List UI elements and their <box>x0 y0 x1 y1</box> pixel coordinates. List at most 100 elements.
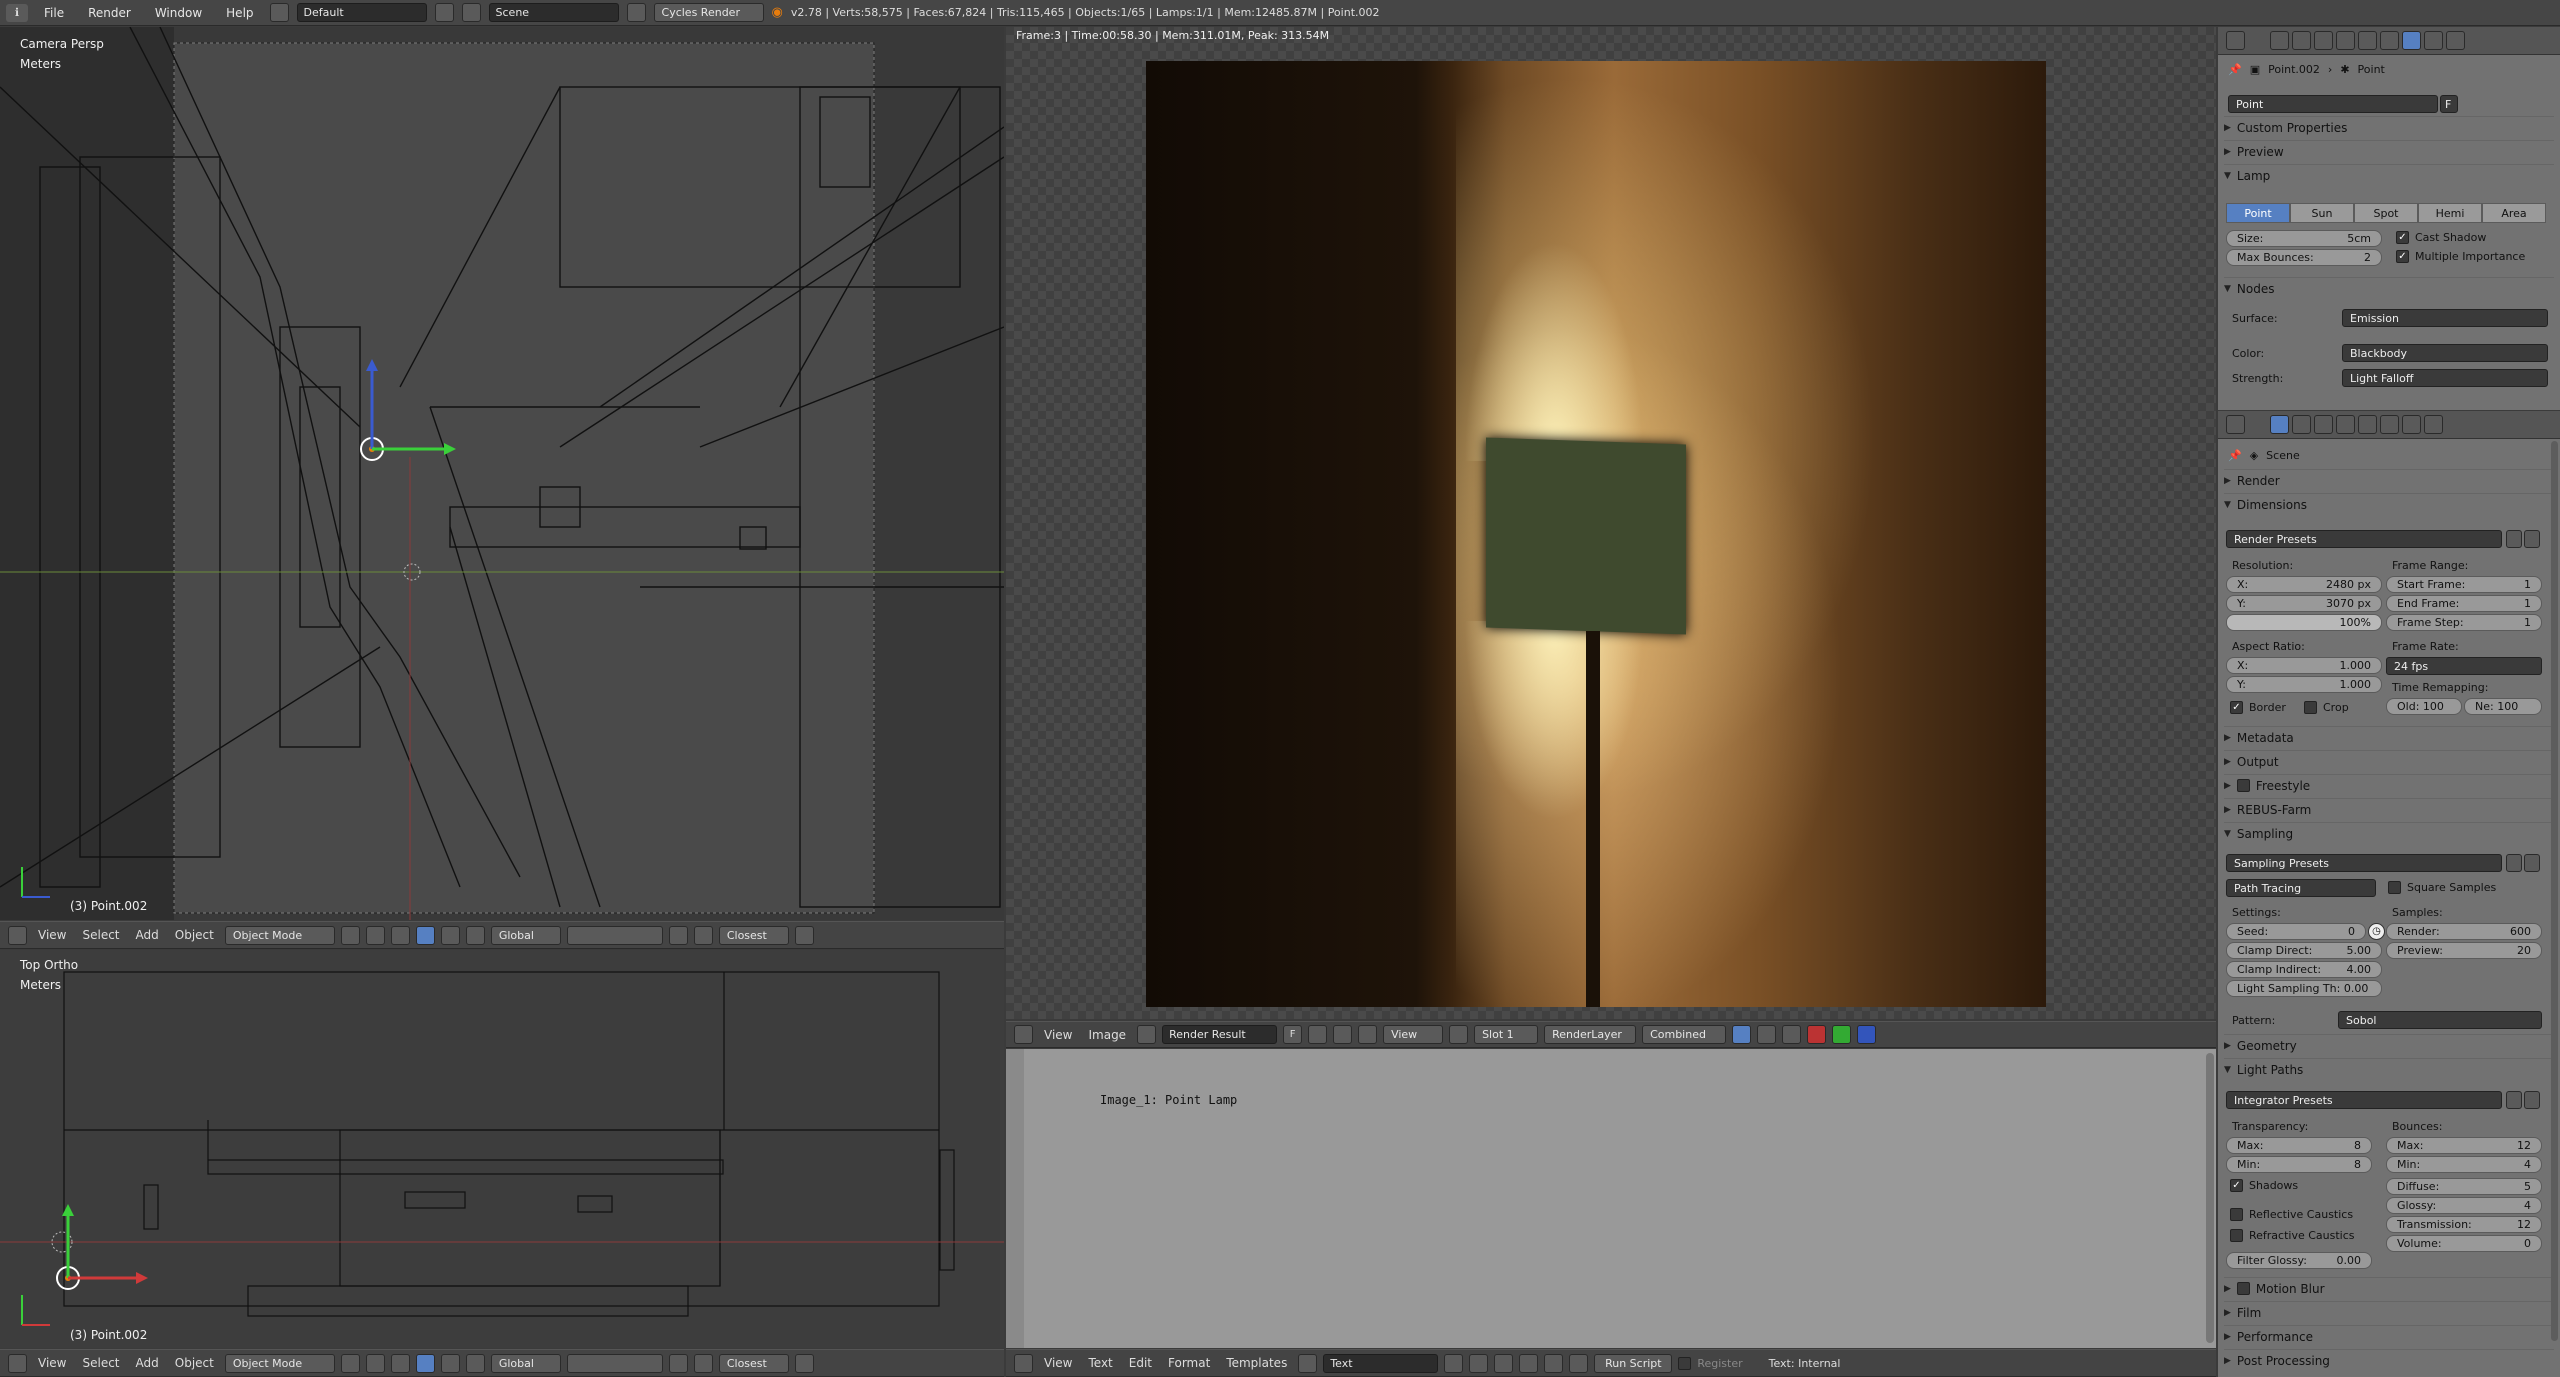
rotate-icon[interactable] <box>440 925 460 945</box>
section-freestyle[interactable]: ▶ Freestyle <box>2224 774 2554 796</box>
section-render[interactable]: ▶ Render <box>2224 469 2554 491</box>
diffuse-bounces-field[interactable]: Diffuse: 5 <box>2386 1178 2542 1195</box>
text-content[interactable]: Image_1: Point Lamp <box>1100 1093 1237 1107</box>
snap-target-select[interactable]: Closest <box>718 925 789 945</box>
new-text-button[interactable] <box>1444 1353 1464 1373</box>
section-film[interactable]: ▶ Film <box>2224 1301 2554 1323</box>
manipulator-icon[interactable] <box>390 925 410 945</box>
text-scrollbar[interactable] <box>2206 1053 2214 1343</box>
unlink-text-button[interactable] <box>1494 1353 1514 1373</box>
layers-tab-icon[interactable] <box>2292 31 2311 50</box>
image-browse-icon[interactable] <box>1137 1025 1157 1044</box>
lamp-type-spot[interactable]: Spot <box>2354 203 2418 223</box>
animated-seed-icon[interactable]: ◷ <box>2368 923 2385 940</box>
surface-select[interactable]: Emission <box>2342 309 2548 327</box>
clamp-indirect-field[interactable]: Clamp Indirect: 4.00 <box>2226 961 2382 978</box>
scene-icon[interactable] <box>461 3 481 22</box>
lamp-size-field[interactable]: Size: 5cm <box>2226 230 2382 247</box>
viewport-top-ortho[interactable]: Top Ortho Meters (3) Point.002 <box>0 950 1004 1348</box>
unlink-image-button[interactable] <box>1358 1025 1378 1044</box>
menu-select[interactable]: Select <box>77 928 124 942</box>
lamp-data-tab-icon[interactable] <box>2402 31 2421 50</box>
shadows-checkbox[interactable]: ✓ Shadows <box>2230 1179 2298 1192</box>
object-tab-icon[interactable] <box>2358 415 2377 434</box>
open-text-button[interactable] <box>1469 1353 1489 1373</box>
shading-icon[interactable] <box>340 1353 360 1373</box>
frame-step-field[interactable]: Frame Step: 1 <box>2386 614 2542 631</box>
section-dimensions[interactable]: ▼ Dimensions <box>2224 493 2554 515</box>
pin-icon[interactable]: 📌 <box>2228 449 2242 462</box>
section-nodes[interactable]: ▼ Nodes <box>2224 277 2554 299</box>
render-tab-icon[interactable] <box>2270 415 2289 434</box>
orientation-select[interactable]: Global <box>490 1353 561 1373</box>
shading-icon[interactable] <box>340 925 360 945</box>
section-preview[interactable]: ▶ Preview <box>2224 140 2554 162</box>
glossy-bounces-field[interactable]: Glossy: 4 <box>2386 1197 2542 1214</box>
alpha-icon[interactable] <box>1757 1025 1777 1044</box>
scene-tab-icon[interactable] <box>2314 415 2333 434</box>
seed-field[interactable]: Seed: 0 <box>2226 923 2366 940</box>
z-buffer-icon[interactable] <box>1782 1025 1802 1044</box>
menu-select[interactable]: Select <box>77 1356 124 1370</box>
add-scene-button[interactable] <box>626 3 646 22</box>
menu-add[interactable]: Add <box>131 928 164 942</box>
add-preset-button[interactable] <box>2506 1091 2522 1109</box>
color-socket-select[interactable]: Blackbody <box>2342 344 2548 362</box>
section-output[interactable]: ▶ Output <box>2224 750 2554 772</box>
section-lamp[interactable]: ▼ Lamp <box>2224 164 2554 186</box>
section-geometry[interactable]: ▶ Geometry <box>2224 1034 2554 1056</box>
render-samples-field[interactable]: Render: 600 <box>2386 923 2542 940</box>
menu-window[interactable]: Window <box>147 6 210 20</box>
scale-icon[interactable] <box>465 1353 485 1373</box>
constraints-tab-icon[interactable] <box>2380 31 2399 50</box>
editor-type-icon[interactable] <box>2226 415 2245 434</box>
translate-icon[interactable] <box>415 1353 435 1373</box>
volume-bounces-field[interactable]: Volume: 0 <box>2386 1235 2542 1252</box>
rotate-icon[interactable] <box>440 1353 460 1373</box>
image-editor-render[interactable]: Frame:3 | Time:00:58.30 | Mem:311.01M, P… <box>1006 27 2216 1019</box>
view-select[interactable]: View <box>1383 1025 1444 1044</box>
section-post-processing[interactable]: ▶ Post Processing <box>2224 1349 2554 1371</box>
reflective-caustics-checkbox[interactable]: Reflective Caustics <box>2230 1208 2353 1221</box>
multiple-importance-checkbox[interactable]: ✓ Multiple Importance <box>2396 250 2525 263</box>
green-channel-icon[interactable] <box>1832 1025 1852 1044</box>
menu-object[interactable]: Object <box>170 1356 219 1370</box>
orientation-select[interactable]: Global <box>490 925 561 945</box>
menu-view[interactable]: View <box>1039 1028 1077 1042</box>
menu-view[interactable]: View <box>1039 1356 1077 1370</box>
render-preview-icon[interactable] <box>794 925 814 945</box>
lamp-type-sun[interactable]: Sun <box>2290 203 2354 223</box>
freestyle-checkbox[interactable] <box>2236 779 2250 792</box>
line-numbers-toggle[interactable] <box>1519 1353 1539 1373</box>
manipulator-icon[interactable] <box>390 1353 410 1373</box>
menu-view[interactable]: View <box>33 1356 71 1370</box>
add-preset-button[interactable] <box>2506 530 2522 548</box>
menu-help[interactable]: Help <box>218 6 261 20</box>
editor-type-icon[interactable] <box>2226 31 2245 50</box>
screen-layout-field[interactable]: Default <box>296 3 427 22</box>
render-tab-icon[interactable] <box>2270 31 2289 50</box>
sampling-presets-select[interactable]: Sampling Presets <box>2226 854 2502 872</box>
layers-icon[interactable] <box>566 925 663 945</box>
pin-icon[interactable]: 📌 <box>2228 63 2242 76</box>
proportional-icon[interactable] <box>668 1353 688 1373</box>
aspect-y-field[interactable]: Y: 1.000 <box>2226 676 2382 693</box>
time-remap-new-field[interactable]: Ne: 100 <box>2464 698 2542 715</box>
cast-shadow-checkbox[interactable]: ✓ Cast Shadow <box>2396 231 2486 244</box>
menu-file[interactable]: File <box>36 6 72 20</box>
section-performance[interactable]: ▶ Performance <box>2224 1325 2554 1347</box>
snap-target-select[interactable]: Closest <box>718 1353 789 1373</box>
text-datablock-field[interactable]: Text <box>1323 1353 1439 1373</box>
max-bounces-field[interactable]: Max Bounces: 2 <box>2226 249 2382 266</box>
add-layout-button[interactable] <box>434 3 454 22</box>
light-sampling-threshold-field[interactable]: Light Sampling Th: 0.00 <box>2226 980 2382 997</box>
editor-type-icon[interactable] <box>8 925 27 945</box>
editor-type-icon[interactable] <box>1014 1353 1033 1373</box>
section-motion-blur[interactable]: ▶ Motion Blur <box>2224 1277 2554 1299</box>
menu-text[interactable]: Text <box>1083 1356 1117 1370</box>
snap-icon[interactable] <box>693 925 713 945</box>
object-tab-icon[interactable] <box>2358 31 2377 50</box>
remove-preset-button[interactable] <box>2524 1091 2540 1109</box>
fake-user-toggle[interactable]: F <box>1283 1025 1303 1044</box>
blender-info-icon[interactable]: ℹ <box>6 3 28 22</box>
